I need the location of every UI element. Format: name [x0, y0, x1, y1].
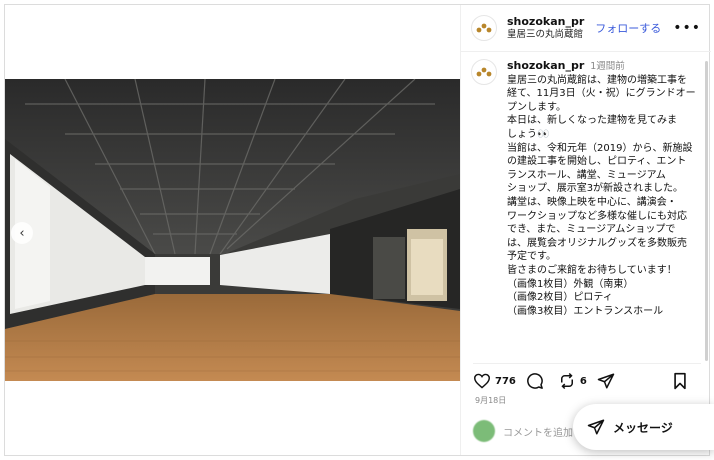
- comment-icon: [526, 373, 543, 389]
- follow-button[interactable]: フォローする: [595, 20, 661, 36]
- like-count: 776: [495, 375, 516, 387]
- gallery-photo-illustration: [5, 79, 460, 381]
- caption-line: （画像2枚目）ピロティ: [507, 292, 613, 304]
- send-icon: [587, 419, 605, 435]
- caption-scrollbar[interactable]: [705, 61, 708, 361]
- shozokan-logo-icon: [476, 23, 492, 33]
- caption-line: プンします。: [507, 101, 566, 113]
- repost-count: 6: [579, 375, 587, 387]
- send-icon: [597, 373, 615, 389]
- caption-line: しょう👀: [507, 128, 550, 140]
- caption-line: 予定です。: [507, 251, 556, 263]
- comment-placeholder[interactable]: コメントを追加: [503, 424, 573, 439]
- repost-button[interactable]: 6: [558, 372, 587, 390]
- caption-line: ショップ、展示室3が新設されました。: [507, 183, 684, 195]
- chevron-left-icon: ‹: [19, 225, 25, 241]
- more-options-icon[interactable]: •••: [673, 20, 701, 36]
- user-avatar: [473, 420, 495, 442]
- post-frame: ‹ shozokan_pr 皇居三の丸尚蔵館 フォローする ••• shozok…: [4, 4, 711, 456]
- caption-line: （画像3枚目）エントランスホール: [507, 305, 664, 317]
- caption-username[interactable]: shozokan_pr: [507, 59, 584, 73]
- caption-time-ago: 1週間前: [590, 61, 625, 72]
- post-date: 9月18日: [475, 396, 507, 405]
- caption-line: 経て、11月3日（火・祝）にグランドオー: [507, 88, 696, 100]
- like-button[interactable]: 776: [473, 373, 516, 389]
- post-side-panel: shozokan_pr 皇居三の丸尚蔵館 フォローする ••• shozokan…: [460, 5, 711, 455]
- caption-line: 講堂は、映像上映を中心に、講演会・: [507, 196, 677, 208]
- caption-line: 皆さまのご来館をお待ちしています！: [507, 264, 677, 276]
- post-photo[interactable]: [5, 79, 460, 381]
- account-avatar[interactable]: [471, 15, 497, 41]
- post-media: ‹: [5, 5, 460, 455]
- post-caption: shozokan_pr 1週間前 皇居三の丸尚蔵館は、建物の増築工事を 経て、1…: [471, 59, 699, 359]
- post-actions: 776 6: [473, 363, 701, 394]
- caption-line: の建設工事を開始し、ピロティ、エント: [507, 156, 687, 168]
- save-button[interactable]: [673, 372, 691, 390]
- message-button[interactable]: メッセージ: [573, 404, 714, 450]
- caption-line: 皇居三の丸尚蔵館は、建物の増築工事を: [507, 74, 687, 86]
- heart-icon: [473, 373, 491, 389]
- bookmark-icon: [674, 372, 686, 390]
- caption-line: でき、また、ミュージアムショップで: [507, 224, 676, 236]
- caption-avatar[interactable]: [471, 59, 497, 85]
- comment-button[interactable]: [526, 372, 548, 390]
- caption-line: は、展覧会オリジナルグッズを多数販売: [507, 237, 687, 249]
- post-header: shozokan_pr 皇居三の丸尚蔵館 フォローする •••: [461, 5, 711, 52]
- caption-line: 本日は、新しくなった建物を見てみま: [507, 115, 677, 127]
- caption-line: ランスホール、講堂、ミュージアム: [507, 169, 666, 181]
- share-button[interactable]: [597, 372, 619, 390]
- account-subtitle[interactable]: 皇居三の丸尚蔵館: [507, 28, 584, 41]
- caption-line: 当館は、令和元年（2019）から、新施設: [507, 142, 693, 154]
- caption-line: （画像1枚目）外観（南東）: [507, 278, 634, 290]
- repost-icon: [560, 372, 573, 390]
- carousel-prev-button[interactable]: ‹: [11, 222, 33, 244]
- caption-line: ワークショップなど多様な催しにも対応: [507, 210, 687, 222]
- shozokan-logo-icon: [476, 67, 492, 77]
- comment-input-area[interactable]: コメントを追加: [473, 420, 573, 442]
- account-username[interactable]: shozokan_pr: [507, 15, 584, 28]
- message-button-label: メッセージ: [613, 420, 673, 435]
